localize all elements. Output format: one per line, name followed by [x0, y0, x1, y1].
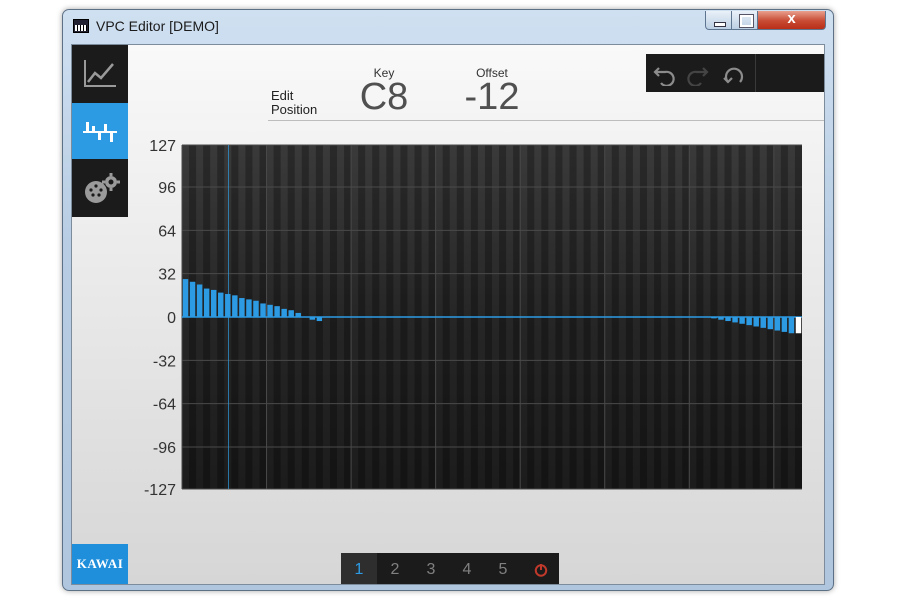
- bar: [232, 295, 238, 317]
- bar-graph-icon: [83, 122, 117, 142]
- page-button-1[interactable]: 1: [341, 553, 377, 584]
- offset-value: -12: [464, 76, 520, 118]
- bar: [746, 317, 752, 326]
- close-icon: x: [787, 10, 796, 27]
- bar: [253, 300, 259, 317]
- sidebar-item-velocity[interactable]: [72, 103, 128, 159]
- bar: [203, 288, 210, 317]
- bar: [725, 317, 731, 322]
- page-button-2[interactable]: 2: [377, 553, 413, 584]
- bar: [711, 317, 717, 319]
- selected-bar: [795, 317, 802, 334]
- bar: [295, 312, 301, 317]
- page-button-5[interactable]: 5: [485, 553, 521, 584]
- edit-label-line2: Position: [271, 102, 318, 117]
- kawai-logo: KAWAI: [72, 544, 128, 584]
- close-button[interactable]: x: [758, 10, 826, 30]
- edit-label-line1: Edit: [271, 88, 294, 103]
- page-selector: 12345: [341, 553, 559, 584]
- bar: [788, 317, 795, 334]
- bar: [781, 317, 788, 332]
- key-value: C8: [359, 76, 409, 118]
- sidebar-item-settings[interactable]: [72, 161, 128, 217]
- undo-icon[interactable]: [652, 62, 676, 86]
- y-tick-label: -127: [144, 482, 176, 497]
- velocity-chart[interactable]: 127 96 64 32 0 -32 -64 -96 -127: [132, 137, 825, 497]
- sidebar: [72, 45, 128, 217]
- bar: [225, 293, 231, 317]
- edit-position-label: Edit Position: [271, 89, 331, 117]
- bar: [210, 289, 217, 317]
- sidebar-item-curve[interactable]: [72, 45, 128, 101]
- y-tick-label: 64: [158, 223, 176, 240]
- y-tick-label: -32: [153, 353, 176, 370]
- bar: [753, 317, 759, 327]
- line-graph-icon: [84, 60, 116, 87]
- bar: [767, 317, 774, 330]
- y-tick-label: -96: [153, 440, 176, 457]
- bar: [281, 308, 287, 317]
- toolbar-separator: [755, 54, 756, 92]
- chart-svg[interactable]: 127 96 64 32 0 -32 -64 -96 -127: [132, 137, 825, 497]
- bar: [774, 317, 781, 331]
- y-tick-label: 32: [158, 267, 176, 284]
- maximize-button[interactable]: [732, 11, 758, 30]
- bar: [246, 299, 252, 317]
- piano-app-icon: [73, 19, 89, 33]
- client-area: KAWAI Edit Position Key C8 Offset -12 12…: [71, 44, 825, 585]
- bar: [189, 281, 196, 317]
- app-window: VPC Editor [DEMO] x KAWAI Edit Position …: [62, 9, 834, 591]
- bar: [732, 317, 738, 323]
- bar: [288, 310, 294, 317]
- toolbar: [646, 54, 824, 92]
- maximize-icon: [739, 14, 754, 28]
- bar: [316, 317, 323, 322]
- title-bar[interactable]: VPC Editor [DEMO] x: [63, 10, 833, 44]
- bar: [267, 304, 273, 317]
- bar: [182, 279, 189, 317]
- bar: [718, 317, 724, 320]
- y-tick-label: 0: [167, 310, 176, 327]
- midi-gear-icon: [85, 173, 120, 203]
- y-tick-label: 127: [149, 138, 176, 155]
- y-tick-label: -64: [153, 397, 176, 414]
- edit-divider: [268, 120, 824, 121]
- page-button-4[interactable]: 4: [449, 553, 485, 584]
- power-button[interactable]: [523, 553, 559, 584]
- window-title: VPC Editor [DEMO]: [96, 18, 219, 34]
- y-tick-label: 96: [158, 180, 176, 197]
- redo-icon[interactable]: [686, 62, 710, 86]
- bar: [760, 317, 766, 328]
- bar: [218, 292, 224, 317]
- bar: [196, 284, 203, 317]
- bar: [739, 317, 745, 324]
- power-icon: [534, 563, 548, 577]
- reset-icon[interactable]: [722, 62, 746, 86]
- page-button-3[interactable]: 3: [413, 553, 449, 584]
- minimize-button[interactable]: [705, 11, 732, 30]
- minimize-icon: [714, 22, 726, 27]
- bar: [274, 306, 280, 317]
- bar: [239, 298, 245, 317]
- bar: [260, 303, 266, 317]
- bar: [309, 317, 316, 320]
